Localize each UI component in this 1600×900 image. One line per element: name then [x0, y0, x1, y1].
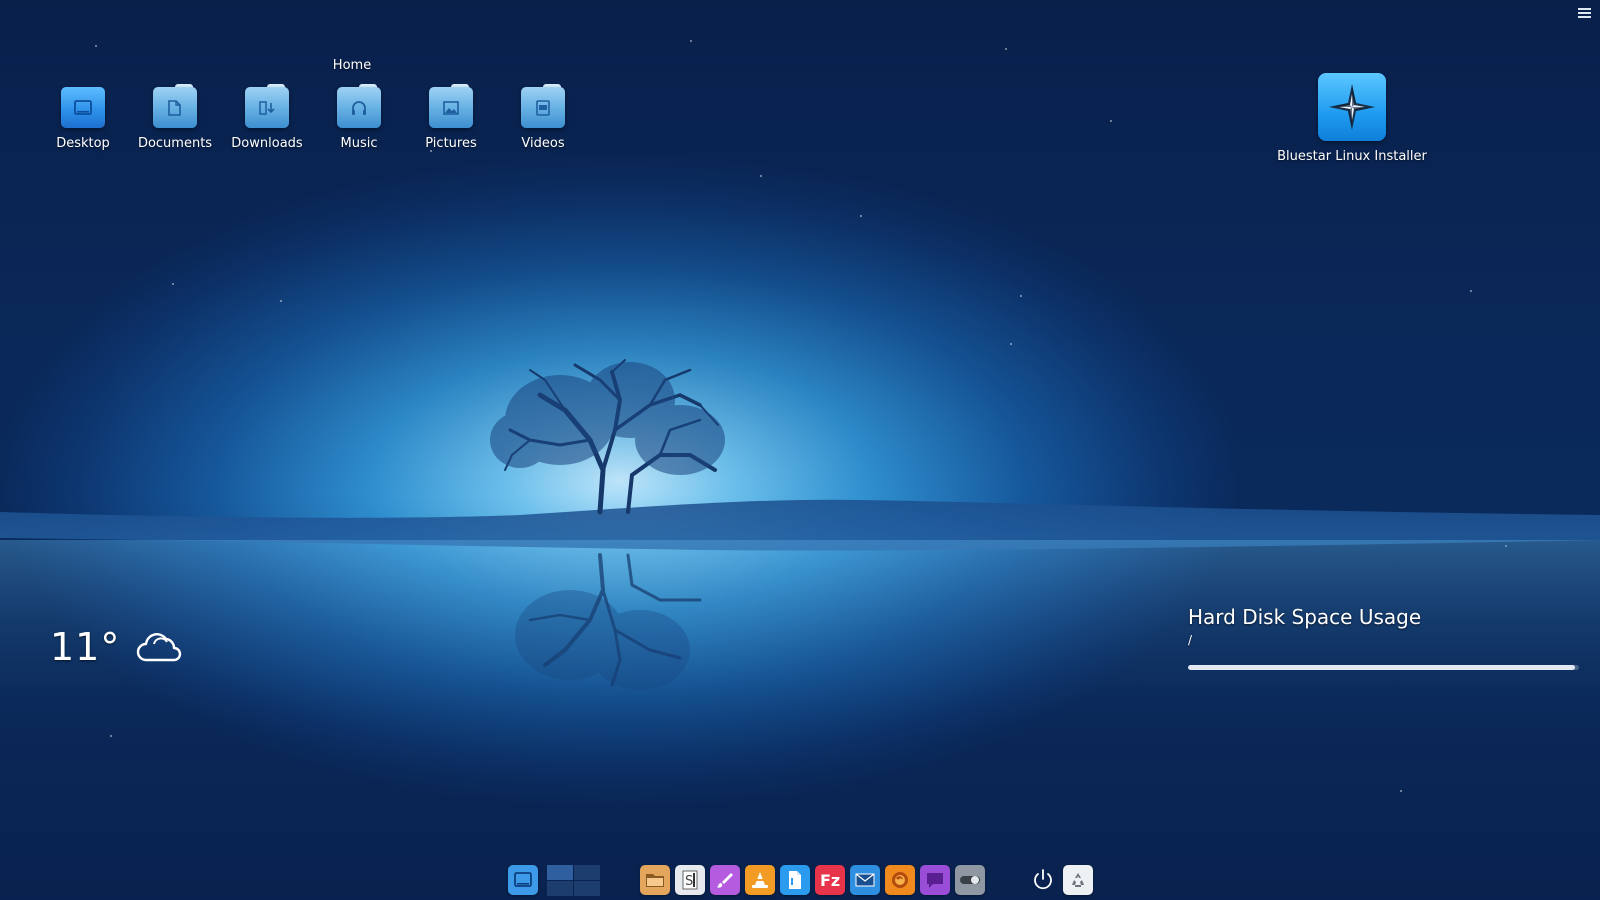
hamburger-menu-icon[interactable] [1578, 8, 1591, 20]
pager-desktop-3[interactable] [547, 880, 573, 896]
desktop-icon-pictures[interactable]: Pictures [408, 84, 494, 151]
desktop-icon-label: Downloads [231, 136, 303, 151]
file-manager-icon[interactable] [640, 865, 670, 895]
desktop-icon-label: Videos [521, 136, 565, 151]
monitor-glyph-icon [74, 99, 92, 115]
bluestar-installer-launcher[interactable]: Bluestar Linux Installer [1272, 73, 1432, 164]
filezilla-icon[interactable]: Fz [815, 865, 845, 895]
weather-temperature: 11° [50, 625, 121, 669]
chat-icon[interactable] [920, 865, 950, 895]
desktop-icon-downloads[interactable]: Downloads [224, 84, 310, 151]
menu-line [1578, 8, 1591, 10]
installer-label: Bluestar Linux Installer [1277, 149, 1427, 164]
vlc-cone-icon[interactable] [745, 865, 775, 895]
desktop-icon-label: Music [340, 136, 378, 151]
disk-usage-bar-fill [1188, 665, 1576, 670]
compass-star-glyph [1329, 84, 1375, 130]
desktop-icon-desktop[interactable]: Desktop [40, 84, 126, 151]
weather-widget[interactable]: 11° [50, 625, 182, 669]
desktop-icon-documents[interactable]: Documents [132, 84, 218, 151]
desktop-background: Home Desktop Documents Downloads Music P… [0, 0, 1600, 900]
dock-panel: S Fz [508, 864, 1098, 896]
power-icon[interactable] [1028, 865, 1058, 895]
document-scanner-icon[interactable]: S [675, 865, 705, 895]
desktop-icon-music[interactable]: Music [316, 84, 402, 151]
headphones-glyph-icon [352, 100, 366, 115]
disk-usage-bar [1188, 665, 1579, 670]
pager-desktop-4[interactable] [574, 880, 600, 896]
mail-client-icon[interactable] [850, 865, 880, 895]
trash-icon[interactable] [1063, 865, 1093, 895]
disk-usage-title: Hard Disk Space Usage [1188, 605, 1422, 629]
pager-desktop-2[interactable] [574, 864, 600, 880]
paint-brush-icon[interactable] [710, 865, 740, 895]
svg-text:Fz: Fz [820, 871, 840, 890]
disk-mount-path: / [1188, 633, 1193, 647]
show-desktop-icon[interactable] [508, 865, 538, 895]
picture-glyph-icon [443, 100, 459, 115]
compass-star-icon [1318, 73, 1386, 141]
film-glyph-icon [536, 99, 550, 116]
videos-folder-icon [521, 84, 565, 128]
toggle-settings-icon[interactable] [955, 865, 985, 895]
home-folder-label: Home [332, 58, 372, 73]
virtual-desktop-pager-icon[interactable] [547, 864, 600, 896]
document-glyph-icon [168, 99, 181, 116]
disk-usage-widget: Hard Disk Space Usage / [1188, 605, 1580, 670]
music-folder-icon [337, 84, 381, 128]
desktop-folder-icon [61, 84, 105, 128]
menu-line [1578, 12, 1591, 14]
firefox-icon[interactable] [885, 865, 915, 895]
writer-icon[interactable] [780, 865, 810, 895]
desktop-icon-label: Desktop [56, 136, 110, 151]
downloads-folder-icon [245, 84, 289, 128]
svg-text:S: S [685, 874, 693, 889]
cloudy-icon [137, 633, 182, 662]
desktop-icon-label: Pictures [425, 136, 477, 151]
menu-line [1578, 16, 1591, 18]
pager-desktop-1[interactable] [547, 864, 573, 880]
desktop-icon-videos[interactable]: Videos [500, 84, 586, 151]
desktop-icon-label: Documents [137, 136, 213, 151]
download-glyph-icon [259, 100, 275, 115]
pictures-folder-icon [429, 84, 473, 128]
documents-folder-icon [153, 84, 197, 128]
